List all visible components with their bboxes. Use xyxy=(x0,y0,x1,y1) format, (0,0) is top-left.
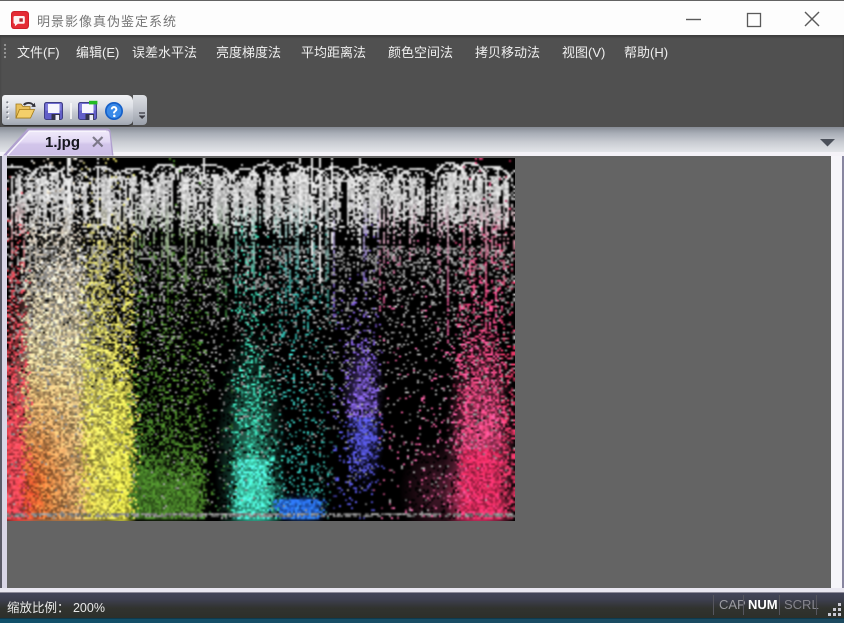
svg-text:1.jpg: 1.jpg xyxy=(45,134,80,151)
